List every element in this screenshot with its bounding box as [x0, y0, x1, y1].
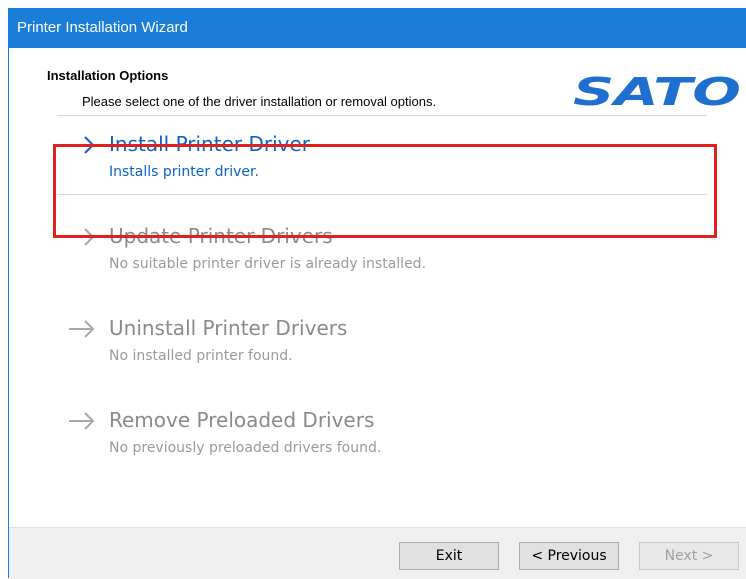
option-description: No previously preloaded drivers found. — [109, 440, 382, 456]
option-remove-preloaded-drivers[interactable]: Remove Preloaded Drivers No previously p… — [57, 392, 707, 472]
option-label: Remove Preloaded Drivers — [109, 408, 375, 432]
arrow-right-icon — [69, 412, 95, 430]
wizard-content: Installation Options Please select one o… — [9, 48, 746, 527]
arrow-right-icon — [69, 136, 95, 154]
window-title: Printer Installation Wizard — [17, 19, 188, 36]
wizard-footer: Exit < Previous Next > — [9, 527, 746, 579]
wizard-window: Printer Installation Wizard Installation… — [8, 8, 746, 579]
option-description: No installed printer found. — [109, 348, 293, 364]
option-label: Uninstall Printer Drivers — [109, 316, 348, 340]
option-install-printer-driver[interactable]: Install Printer Driver Installs printer … — [57, 115, 707, 195]
arrow-right-icon — [69, 228, 95, 246]
option-label: Update Printer Drivers — [109, 224, 333, 248]
arrow-right-icon — [69, 320, 95, 338]
previous-button[interactable]: < Previous — [519, 542, 619, 570]
option-label: Install Printer Driver — [109, 132, 310, 156]
next-button[interactable]: Next > — [639, 542, 739, 570]
title-bar[interactable]: Printer Installation Wizard — [9, 8, 746, 48]
section-title: Installation Options — [47, 68, 169, 83]
option-update-printer-drivers[interactable]: Update Printer Drivers No suitable print… — [57, 208, 707, 288]
exit-button[interactable]: Exit — [399, 542, 499, 570]
sato-logo-text: SATO — [573, 72, 741, 112]
option-description: No suitable printer driver is already in… — [109, 256, 427, 272]
option-description: Installs printer driver. — [109, 164, 259, 180]
sato-logo: SATO — [573, 72, 741, 112]
option-uninstall-printer-drivers[interactable]: Uninstall Printer Drivers No installed p… — [57, 300, 707, 380]
section-description: Please select one of the driver installa… — [82, 94, 437, 109]
